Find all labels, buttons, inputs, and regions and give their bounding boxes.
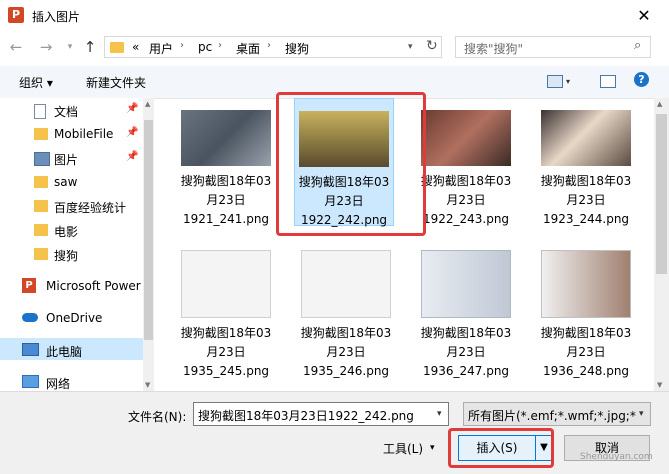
sidebar-item-saw[interactable]: saw bbox=[22, 172, 142, 194]
sidebar-item-label: MobileFile bbox=[54, 127, 114, 141]
chevron-down-icon[interactable]: ▾ bbox=[408, 42, 413, 52]
help-icon[interactable]: ? bbox=[634, 72, 649, 87]
chevron-right-icon[interactable]: › bbox=[218, 40, 222, 51]
image-thumbnail bbox=[181, 250, 271, 318]
scroll-up-icon[interactable]: ▲ bbox=[145, 100, 150, 108]
back-arrow-icon[interactable]: ← bbox=[8, 37, 24, 57]
pin-icon[interactable]: 📌 bbox=[126, 127, 138, 138]
search-placeholder: 搜索"搜狗" bbox=[464, 42, 524, 56]
sidebar-item-movies[interactable]: 电影 bbox=[22, 220, 142, 242]
sidebar-item-label: 网络 bbox=[46, 377, 71, 391]
file-name: 搜狗截图18年03 月23日 1936_248.png bbox=[540, 326, 632, 378]
folder-icon bbox=[34, 200, 48, 212]
highlight-box bbox=[448, 428, 554, 468]
image-thumbnail bbox=[181, 110, 271, 166]
sidebar-item-documents[interactable]: 文档 📌 bbox=[22, 100, 142, 122]
pin-icon[interactable]: 📌 bbox=[126, 103, 138, 114]
scroll-down-icon[interactable]: ▼ bbox=[657, 381, 662, 389]
computer-icon bbox=[22, 343, 39, 356]
folder-icon bbox=[34, 176, 48, 188]
document-icon bbox=[34, 104, 46, 119]
image-thumbnail bbox=[541, 250, 631, 318]
file-name: 搜狗截图18年03 月23日 1921_241.png bbox=[180, 174, 272, 226]
filename-value: 搜狗截图18年03月23日1922_242.png bbox=[198, 409, 414, 423]
up-arrow-icon[interactable]: ↑ bbox=[82, 37, 98, 57]
preview-pane-icon[interactable] bbox=[600, 75, 616, 88]
file-name: 搜狗截图18年03 月23日 1935_246.png bbox=[300, 326, 392, 378]
folder-icon bbox=[110, 42, 124, 53]
file-name: 搜狗截图18年03 月23日 1935_245.png bbox=[180, 326, 272, 378]
powerpoint-icon: P bbox=[8, 7, 24, 23]
sidebar-item-label: Microsoft Power bbox=[46, 279, 141, 293]
sidebar-item-label: 电影 bbox=[54, 225, 79, 239]
chevron-down-icon[interactable]: ▾ bbox=[639, 409, 644, 419]
network-icon bbox=[22, 375, 39, 388]
sidebar-item-baidu-stats[interactable]: 百度经验统计 bbox=[22, 196, 142, 218]
image-thumbnail bbox=[421, 250, 511, 318]
close-icon[interactable]: ✕ bbox=[634, 6, 654, 26]
chevron-down-icon[interactable]: ▾ bbox=[437, 409, 442, 419]
scroll-down-icon[interactable]: ▼ bbox=[145, 381, 150, 389]
file-name: 搜狗截图18年03 月23日 1936_247.png bbox=[420, 326, 512, 378]
refresh-icon[interactable]: ↻ bbox=[426, 38, 438, 54]
tools-button[interactable]: 工具(L) bbox=[383, 440, 423, 457]
breadcrumb-users[interactable]: 用户 bbox=[149, 40, 173, 57]
folder-icon bbox=[34, 248, 48, 260]
pictures-icon bbox=[34, 152, 50, 166]
forward-arrow-icon[interactable]: → bbox=[38, 37, 54, 57]
sidebar-item-pictures[interactable]: 图片 📌 bbox=[22, 148, 142, 170]
sidebar-item-this-pc[interactable]: 此电脑 bbox=[8, 340, 128, 362]
file-tile[interactable]: 搜狗截图18年03 月23日 1935_245.png bbox=[176, 250, 276, 381]
new-folder-button[interactable]: 新建文件夹 bbox=[86, 74, 146, 91]
highlight-box bbox=[276, 92, 426, 236]
breadcrumb-desktop[interactable]: 桌面 bbox=[236, 40, 260, 57]
files-scroll-thumb[interactable] bbox=[656, 114, 667, 274]
file-tile[interactable]: 搜狗截图18年03 月23日 1936_248.png bbox=[536, 250, 636, 381]
organize-button[interactable]: 组织 ▾ bbox=[19, 74, 53, 91]
breadcrumb-prefix[interactable]: « bbox=[132, 40, 139, 54]
recent-locations-icon[interactable]: ▾ bbox=[62, 37, 78, 57]
sidebar-item-label: 搜狗 bbox=[54, 249, 79, 263]
filename-label: 文件名(N): bbox=[128, 410, 187, 424]
window-title: 插入图片 bbox=[32, 10, 81, 24]
folder-icon bbox=[34, 224, 48, 236]
file-tile[interactable]: 搜狗截图18年03 月23日 1923_244.png bbox=[536, 110, 636, 229]
image-thumbnail bbox=[421, 110, 511, 166]
file-name: 搜狗截图18年03 月23日 1922_243.png bbox=[420, 174, 512, 226]
image-thumbnail bbox=[301, 250, 391, 318]
chevron-down-icon[interactable]: ▾ bbox=[430, 443, 435, 453]
sidebar-item-label: 图片 bbox=[54, 153, 79, 167]
title-bar bbox=[0, 0, 669, 32]
sidebar-item-label: 文档 bbox=[54, 105, 79, 119]
sidebar-item-onedrive[interactable]: OneDrive bbox=[8, 308, 128, 330]
breadcrumb-sougou[interactable]: 搜狗 bbox=[285, 40, 309, 57]
sidebar-item-label: OneDrive bbox=[46, 311, 103, 325]
watermark: Shenduyan.com bbox=[580, 452, 653, 462]
search-icon[interactable]: ⌕ bbox=[634, 38, 641, 53]
file-tile[interactable]: 搜狗截图18年03 月23日 1922_243.png bbox=[416, 110, 516, 229]
pin-icon[interactable]: 📌 bbox=[126, 151, 138, 162]
onedrive-icon bbox=[22, 313, 38, 322]
sidebar-item-sougou[interactable]: 搜狗 bbox=[22, 244, 142, 266]
folder-icon bbox=[34, 128, 48, 140]
file-tile[interactable]: 搜狗截图18年03 月23日 1921_241.png bbox=[176, 110, 276, 229]
file-tile[interactable]: 搜狗截图18年03 月23日 1935_246.png bbox=[296, 250, 396, 381]
powerpoint-icon: P bbox=[22, 278, 36, 293]
file-name: 搜狗截图18年03 月23日 1923_244.png bbox=[540, 174, 632, 226]
chevron-down-icon[interactable]: ▾ bbox=[566, 77, 570, 86]
file-tile[interactable]: 搜狗截图18年03 月23日 1936_247.png bbox=[416, 250, 516, 381]
sidebar-item-label: 此电脑 bbox=[46, 345, 83, 359]
sidebar-item-label: 百度经验统计 bbox=[54, 201, 127, 215]
sidebar-item-mobilefile[interactable]: MobileFile 📌 bbox=[22, 124, 142, 146]
breadcrumb-pc[interactable]: pc bbox=[198, 40, 212, 54]
image-thumbnail bbox=[541, 110, 631, 166]
chevron-right-icon[interactable]: › bbox=[267, 40, 271, 51]
sidebar-item-label: saw bbox=[54, 175, 78, 189]
scroll-up-icon[interactable]: ▲ bbox=[657, 100, 662, 108]
file-type-value: 所有图片(*.emf;*.wmf;*.jpg;*.jp bbox=[468, 409, 636, 423]
chevron-right-icon[interactable]: › bbox=[180, 40, 184, 51]
view-options-icon[interactable] bbox=[547, 75, 563, 88]
sidebar-item-powerpoint[interactable]: P Microsoft Power bbox=[8, 276, 141, 298]
sidebar-scroll-thumb[interactable] bbox=[144, 120, 153, 340]
